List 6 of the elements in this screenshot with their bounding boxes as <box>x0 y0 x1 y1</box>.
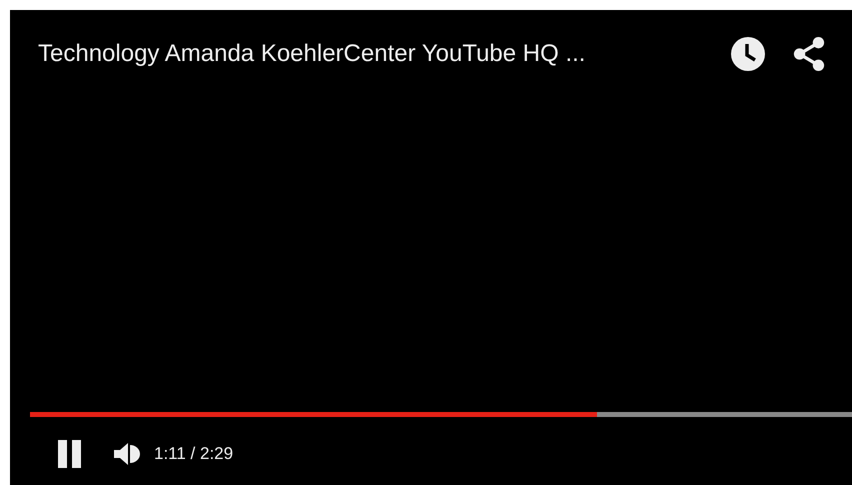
video-title: Technology Amanda KoehlerCenter YouTube HQ ... <box>38 40 586 68</box>
pause-icon[interactable] <box>56 439 84 469</box>
speaker-icon[interactable] <box>112 440 142 468</box>
clock-icon[interactable] <box>730 36 766 72</box>
time-display: 1:11 / 2:29 <box>154 444 234 464</box>
share-icon[interactable] <box>792 36 826 72</box>
